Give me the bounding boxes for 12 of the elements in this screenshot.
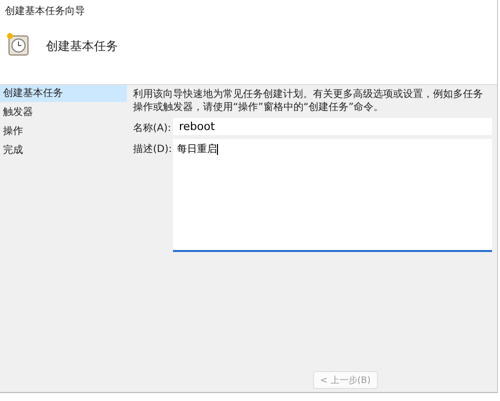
intro-text: 利用该向导快速地为常见任务创建计划。有关更多高级选项或设置，例如多任务操作或触发器，请使用“操作”窗格中的“创建任务”命令。 [133,88,484,114]
window-title: 创建基本任务向导 [5,4,85,18]
wizard-heading: 创建基本任务 [46,38,118,55]
description-field[interactable]: 每日重启 [173,139,492,252]
field-label: 描述(D): [133,142,173,156]
wizard-step[interactable]: 触发器 [0,104,127,121]
name-field[interactable]: reboot [173,118,492,135]
wizard-step[interactable]: 完成 [0,142,127,159]
clock-icon [6,32,30,56]
wizard-step[interactable]: 操作 [0,123,127,140]
field-label: 名称(A): [133,122,172,135]
wizard-step[interactable]: 创建基本任务 [0,85,127,102]
